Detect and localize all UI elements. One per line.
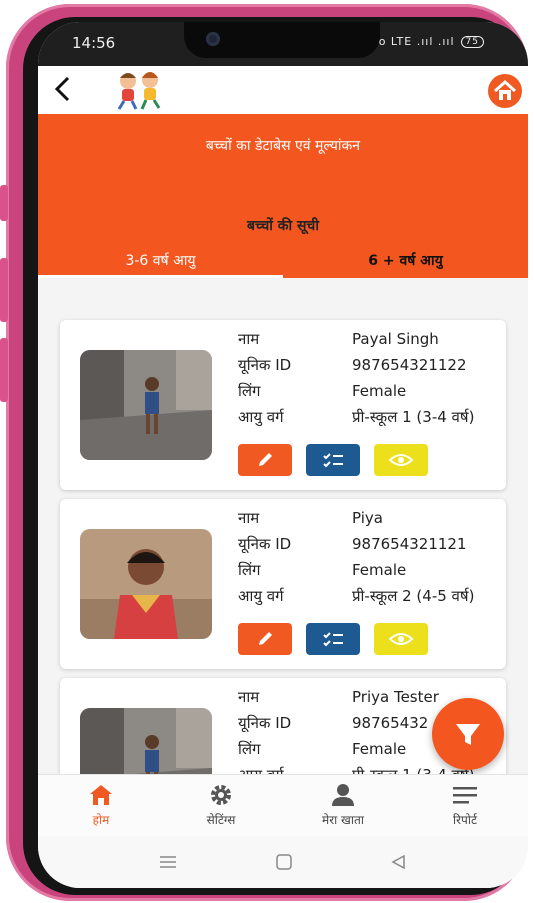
child-age-group: प्री-स्कूल 1 (3-4 वर्ष) xyxy=(352,408,475,426)
age-label: आयु वर्ग xyxy=(238,762,284,774)
filter-icon xyxy=(456,724,480,745)
app-bar xyxy=(38,66,528,114)
child-card: नाम Piya यूनिक ID 987654321121 लिंग Female … xyxy=(60,499,506,669)
battery-icon: 75 xyxy=(460,35,484,48)
nav-report-label: रिपोर्ट xyxy=(453,813,477,827)
triangle-back-icon xyxy=(391,854,405,870)
bottom-nav: होम सेटिंग्स मेरा खाता रिपोर्ट xyxy=(38,774,528,837)
gender-label: लिंग xyxy=(238,740,261,758)
home-icon xyxy=(90,785,112,805)
volume-up-button xyxy=(0,258,8,322)
checklist-icon xyxy=(323,632,343,647)
child-name: Priya Tester xyxy=(352,688,439,706)
nav-settings-label: सेटिंग्स xyxy=(206,813,236,827)
uid-label: यूनिक ID xyxy=(238,356,292,374)
child-photo xyxy=(80,708,212,774)
phone-screen: 14:56 Vo LTE .ııl .ııl 75 बच्चों का डेटा… xyxy=(38,22,528,888)
edit-button[interactable] xyxy=(238,444,292,476)
nav-report[interactable]: रिपोर्ट xyxy=(410,781,520,828)
system-back-button[interactable] xyxy=(378,848,418,876)
filter-button[interactable] xyxy=(432,698,504,770)
view-button[interactable] xyxy=(374,444,428,476)
back-arrow-icon xyxy=(54,76,70,102)
header-banner: बच्चों का डेटाबेस एवं मूल्यांकन बच्चों क… xyxy=(38,114,528,278)
person-icon xyxy=(332,784,354,806)
uid-label: यूनिक ID xyxy=(238,535,292,553)
back-button[interactable] xyxy=(52,74,72,110)
tab-age-6-plus[interactable]: 6 + वर्ष आयु xyxy=(283,244,528,278)
camera-icon xyxy=(206,32,220,46)
name-label: नाम xyxy=(238,330,260,348)
recent-apps-button[interactable] xyxy=(148,848,188,876)
pencil-icon xyxy=(259,453,272,466)
gender-label: लिंग xyxy=(238,561,261,579)
mute-switch xyxy=(0,185,8,221)
child-age-group: प्री-स्कूल 2 (4-5 वर्ष) xyxy=(352,587,475,605)
home-button[interactable] xyxy=(488,74,522,108)
eye-icon xyxy=(388,454,414,466)
edit-button[interactable] xyxy=(238,623,292,655)
child-name: Piya xyxy=(352,509,383,527)
child-info: नाम Payal Singh यूनिक ID 987654321122 लिंग… xyxy=(238,326,498,430)
volume-down-button xyxy=(0,338,8,402)
status-icons: Vo LTE .ııl .ııl 75 xyxy=(371,35,484,48)
name-label: नाम xyxy=(238,509,260,527)
nav-settings[interactable]: सेटिंग्स xyxy=(166,781,276,828)
child-gender: Female xyxy=(352,740,407,758)
assessment-button[interactable] xyxy=(306,623,360,655)
age-label: आयु वर्ग xyxy=(238,408,284,426)
child-uid: 98765432 xyxy=(352,714,429,732)
recent-apps-icon xyxy=(160,856,176,868)
child-photo xyxy=(80,350,212,460)
menu-lines-icon xyxy=(453,787,477,804)
assessment-button[interactable] xyxy=(306,444,360,476)
gear-icon xyxy=(211,785,231,805)
page-title: बच्चों का डेटाबेस एवं मूल्यांकन xyxy=(205,138,361,154)
notch xyxy=(184,22,380,58)
nav-home-label: होम xyxy=(92,813,110,827)
nav-account[interactable]: मेरा खाता xyxy=(288,781,398,828)
nav-account-label: मेरा खाता xyxy=(322,813,364,827)
nav-home[interactable]: होम xyxy=(46,781,156,828)
child-card: नाम Payal Singh यूनिक ID 987654321122 लिंग… xyxy=(60,320,506,490)
age-label: आयु वर्ग xyxy=(238,587,284,605)
system-home-button[interactable] xyxy=(264,848,304,876)
checklist-icon xyxy=(323,453,343,468)
child-gender: Female xyxy=(352,382,407,400)
tab-age-3-6[interactable]: 3-6 वर्ष आयु xyxy=(38,244,283,278)
list-title: बच्चों की सूची xyxy=(247,218,319,234)
uid-label: यूनिक ID xyxy=(238,714,292,732)
kids-logo xyxy=(108,68,170,112)
gender-label: लिंग xyxy=(238,382,261,400)
eye-icon xyxy=(388,633,414,645)
system-nav-bar xyxy=(38,836,528,888)
home-icon xyxy=(493,79,517,100)
child-name: Payal Singh xyxy=(352,330,439,348)
pencil-icon xyxy=(259,632,272,645)
child-gender: Female xyxy=(352,561,407,579)
view-button[interactable] xyxy=(374,623,428,655)
square-icon xyxy=(276,854,292,870)
child-uid: 987654321122 xyxy=(352,356,467,374)
status-time: 14:56 xyxy=(72,34,116,52)
child-info: नाम Piya यूनिक ID 987654321121 लिंग Female … xyxy=(238,505,498,609)
child-photo xyxy=(80,529,212,639)
name-label: नाम xyxy=(238,688,260,706)
child-uid: 987654321121 xyxy=(352,535,467,553)
signal-icon: Vo LTE .ııl .ııl xyxy=(371,35,455,48)
